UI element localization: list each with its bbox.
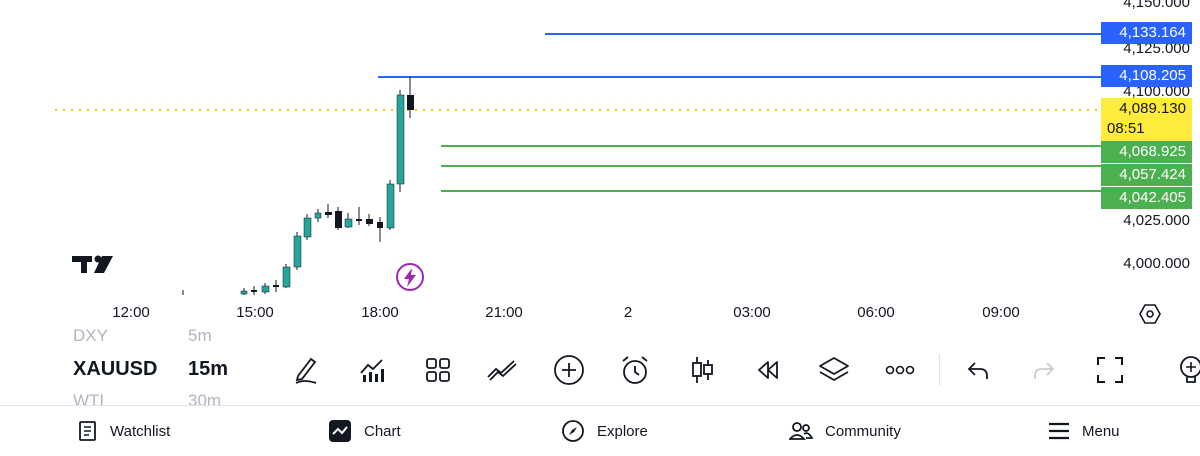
compass-icon: [562, 420, 584, 442]
redo-icon[interactable]: [1026, 352, 1062, 388]
time-axis-label: 12:00: [112, 304, 150, 321]
fullscreen-icon[interactable]: [1092, 352, 1128, 388]
nav-watchlist-label: Watchlist: [110, 422, 171, 440]
compare-icon[interactable]: [485, 352, 521, 388]
nav-chart[interactable]: Chart: [328, 406, 401, 456]
nav-chart-label: Chart: [364, 422, 401, 440]
pencil-icon[interactable]: [288, 352, 324, 388]
nav-community[interactable]: Community: [789, 406, 901, 456]
time-axis-label: 09:00: [982, 304, 1020, 321]
time-axis-label: 18:00: [361, 304, 399, 321]
undo-icon[interactable]: [960, 352, 996, 388]
time-axis-label: 15:00: [236, 304, 274, 321]
price-axis-label: 4,025.000: [1123, 212, 1190, 229]
tradingview-logo: [72, 255, 113, 273]
nav-explore[interactable]: Explore: [561, 406, 648, 456]
layers-icon[interactable]: [816, 352, 852, 388]
add-icon[interactable]: [551, 352, 587, 388]
chart-settings-icon[interactable]: [1138, 302, 1162, 326]
nav-community-label: Community: [825, 422, 901, 440]
chart-icon: [329, 420, 351, 442]
community-icon: [789, 422, 813, 440]
toolbar-divider: [939, 354, 940, 386]
more-icon[interactable]: [882, 352, 918, 388]
time-axis-label: 06:00: [857, 304, 895, 321]
interval-selector[interactable]: 15m: [188, 358, 228, 381]
lightbulb-icon[interactable]: [1170, 352, 1200, 388]
lightning-icon[interactable]: [396, 263, 424, 291]
hamburger-icon: [1049, 422, 1069, 440]
current-price-tag: 4,089.130 08:51: [1101, 98, 1192, 141]
nav-watchlist[interactable]: Watchlist: [78, 406, 170, 456]
chart-area[interactable]: 4,150.000 4,125.000 4,100.000 4,025.000 …: [0, 0, 1200, 333]
green-line-2-tag[interactable]: 4,057.424: [1101, 164, 1192, 186]
candles: [182, 77, 414, 295]
prev-symbol[interactable]: DXY: [73, 326, 108, 346]
chart-toolbar: DXY 5m XAUUSD 15m WTI 30m: [0, 326, 1200, 410]
nav-menu-label: Menu: [1082, 422, 1120, 440]
watchlist-icon: [79, 421, 96, 441]
replay-icon[interactable]: [750, 352, 786, 388]
price-axis-label: 4,000.000: [1123, 255, 1190, 272]
nav-explore-label: Explore: [597, 422, 648, 440]
candle-type-icon[interactable]: [684, 352, 720, 388]
bottom-navigation: Watchlist Chart Explore Community Menu: [0, 405, 1200, 456]
indicators-icon[interactable]: [354, 352, 390, 388]
nav-menu[interactable]: Menu: [1048, 406, 1120, 456]
green-line-3-tag[interactable]: 4,042.405: [1101, 187, 1192, 209]
prev-interval[interactable]: 5m: [188, 326, 212, 346]
grid-layout-icon[interactable]: [420, 352, 456, 388]
current-price-value: 4,089.130: [1119, 100, 1186, 117]
blue-line-mid-tag[interactable]: 4,108.205: [1101, 65, 1192, 87]
countdown-timer: 08:51: [1107, 120, 1145, 137]
time-axis-label: 03:00: [733, 304, 771, 321]
green-line-1-tag[interactable]: 4,068.925: [1101, 141, 1192, 163]
symbol-selector[interactable]: XAUUSD: [73, 358, 157, 381]
blue-line-top-tag[interactable]: 4,133.164: [1101, 22, 1192, 44]
price-axis-label: 4,150.000: [1123, 0, 1190, 11]
time-axis-label: 21:00: [485, 304, 523, 321]
alarm-icon[interactable]: [617, 352, 653, 388]
price-chart[interactable]: [0, 0, 1200, 333]
time-axis-label: 2: [623, 304, 633, 321]
